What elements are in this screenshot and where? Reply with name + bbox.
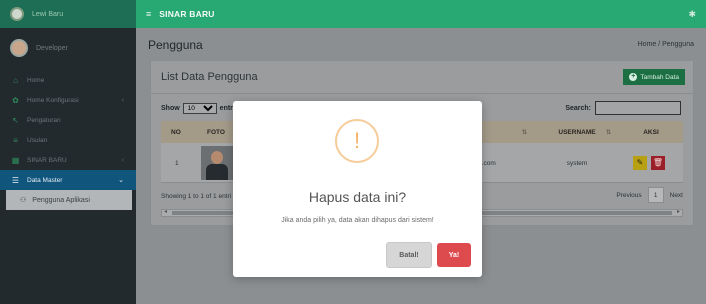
dialog-message: Jika anda pilih ya, data akan dihapus da… <box>281 217 434 224</box>
confirm-button[interactable]: Ya! <box>437 243 471 267</box>
modal-overlay: ! Hapus data ini? Jika anda pilih ya, da… <box>0 0 706 304</box>
dialog-title: Hapus data ini? <box>308 189 407 205</box>
warning-icon: ! <box>335 119 379 163</box>
cancel-button[interactable]: Batal! <box>386 242 432 268</box>
confirm-dialog: ! Hapus data ini? Jika anda pilih ya, da… <box>233 101 482 277</box>
